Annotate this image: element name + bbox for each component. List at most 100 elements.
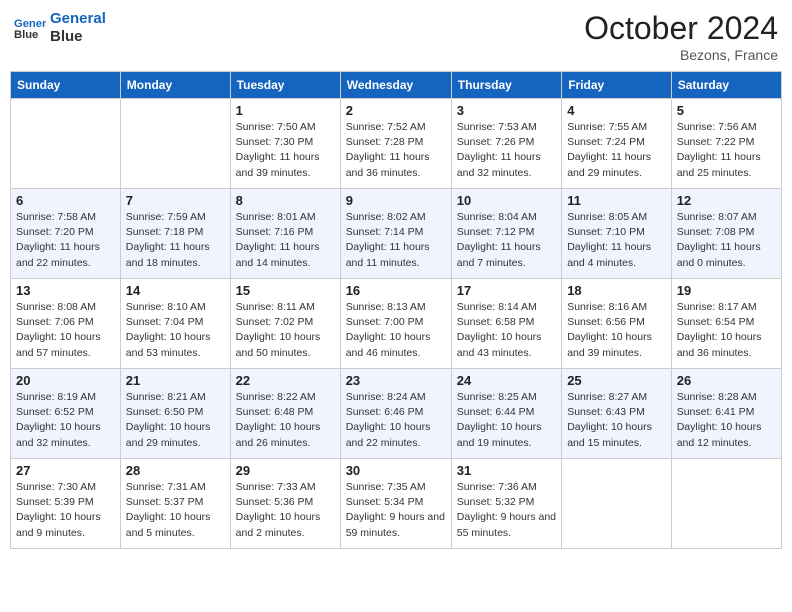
day-number: 27 bbox=[16, 463, 115, 478]
calendar-day-cell: 29Sunrise: 7:33 AMSunset: 5:36 PMDayligh… bbox=[230, 459, 340, 549]
calendar-day-cell: 2 Sunrise: 7:52 AMSunset: 7:28 PMDaylight… bbox=[340, 99, 451, 189]
calendar-table: SundayMondayTuesdayWednesdayThursdayFrid… bbox=[10, 71, 782, 549]
day-number: 4 bbox=[567, 103, 666, 118]
day-info: Sunrise: 8:27 AMSunset: 6:43 PMDaylight:… bbox=[567, 390, 666, 451]
day-number: 22 bbox=[236, 373, 335, 388]
page-header: General Blue General Blue October 2024 B… bbox=[10, 10, 782, 63]
calendar-day-cell: 11 Sunrise: 8:05 AMSunset: 7:10 PMDayligh… bbox=[562, 189, 672, 279]
day-info: Sunrise: 8:13 AMSunset: 7:00 PMDaylight:… bbox=[346, 300, 446, 361]
weekday-header: Monday bbox=[120, 72, 230, 99]
day-number: 10 bbox=[457, 193, 556, 208]
calendar-header-row: SundayMondayTuesdayWednesdayThursdayFrid… bbox=[11, 72, 782, 99]
svg-text:General: General bbox=[14, 18, 46, 30]
calendar-day-cell: 30 Sunrise: 7:35 AMSunset: 5:34 PMDayligh… bbox=[340, 459, 451, 549]
weekday-header: Tuesday bbox=[230, 72, 340, 99]
day-number: 29 bbox=[236, 463, 335, 478]
title-block: October 2024 Bezons, France bbox=[584, 10, 778, 63]
calendar-day-cell: 28 Sunrise: 7:31 AMSunset: 5:37 PMDayligh… bbox=[120, 459, 230, 549]
day-number: 25 bbox=[567, 373, 666, 388]
day-number: 13 bbox=[16, 283, 115, 298]
weekday-header: Thursday bbox=[451, 72, 561, 99]
calendar-day-cell: 4Sunrise: 7:55 AMSunset: 7:24 PMDaylight… bbox=[562, 99, 672, 189]
day-info: Sunrise: 8:02 AMSunset: 7:14 PMDaylight:… bbox=[346, 210, 446, 271]
day-info: Sunrise: 7:59 AMSunset: 7:18 PMDaylight:… bbox=[126, 210, 225, 271]
day-info: Sunrise: 7:31 AMSunset: 5:37 PMDaylight:… bbox=[126, 480, 225, 541]
calendar-day-cell: 27 Sunrise: 7:30 AMSunset: 5:39 PMDayligh… bbox=[11, 459, 121, 549]
calendar-day-cell bbox=[562, 459, 672, 549]
calendar-day-cell: 31 Sunrise: 7:36 AMSunset: 5:32 PMDayligh… bbox=[451, 459, 561, 549]
calendar-day-cell: 12 Sunrise: 8:07 AMSunset: 7:08 PMDayligh… bbox=[671, 189, 781, 279]
day-number: 28 bbox=[126, 463, 225, 478]
day-info: Sunrise: 8:14 AMSunset: 6:58 PMDaylight:… bbox=[457, 300, 556, 361]
day-number: 21 bbox=[126, 373, 225, 388]
day-info: Sunrise: 8:05 AMSunset: 7:10 PMDaylight:… bbox=[567, 210, 666, 271]
day-number: 2 bbox=[346, 103, 446, 118]
day-number: 6 bbox=[16, 193, 115, 208]
day-info: Sunrise: 8:19 AMSunset: 6:52 PMDaylight:… bbox=[16, 390, 115, 451]
day-info: Sunrise: 7:56 AMSunset: 7:22 PMDaylight:… bbox=[677, 120, 776, 181]
calendar-day-cell: 23Sunrise: 8:24 AMSunset: 6:46 PMDayligh… bbox=[340, 369, 451, 459]
calendar-day-cell: 21Sunrise: 8:21 AMSunset: 6:50 PMDayligh… bbox=[120, 369, 230, 459]
day-number: 23 bbox=[346, 373, 446, 388]
day-number: 18 bbox=[567, 283, 666, 298]
calendar-day-cell: 25 Sunrise: 8:27 AMSunset: 6:43 PMDayligh… bbox=[562, 369, 672, 459]
day-info: Sunrise: 8:07 AMSunset: 7:08 PMDaylight:… bbox=[677, 210, 776, 271]
day-info: Sunrise: 8:10 AMSunset: 7:04 PMDaylight:… bbox=[126, 300, 225, 361]
day-number: 11 bbox=[567, 193, 666, 208]
day-number: 26 bbox=[677, 373, 776, 388]
day-info: Sunrise: 7:52 AMSunset: 7:28 PMDaylight:… bbox=[346, 120, 446, 181]
calendar-day-cell: 22Sunrise: 8:22 AMSunset: 6:48 PMDayligh… bbox=[230, 369, 340, 459]
day-number: 30 bbox=[346, 463, 446, 478]
logo-blue: Blue bbox=[50, 28, 106, 46]
calendar-day-cell: 24Sunrise: 8:25 AMSunset: 6:44 PMDayligh… bbox=[451, 369, 561, 459]
calendar-day-cell: 13Sunrise: 8:08 AMSunset: 7:06 PMDayligh… bbox=[11, 279, 121, 369]
day-number: 1 bbox=[236, 103, 335, 118]
day-number: 3 bbox=[457, 103, 556, 118]
calendar-day-cell: 1 Sunrise: 7:50 AMSunset: 7:30 PMDaylight… bbox=[230, 99, 340, 189]
day-info: Sunrise: 7:50 AMSunset: 7:30 PMDaylight:… bbox=[236, 120, 335, 181]
calendar-week-row: 13Sunrise: 8:08 AMSunset: 7:06 PMDayligh… bbox=[11, 279, 782, 369]
day-number: 12 bbox=[677, 193, 776, 208]
day-info: Sunrise: 7:53 AMSunset: 7:26 PMDaylight:… bbox=[457, 120, 556, 181]
calendar-day-cell: 10Sunrise: 8:04 AMSunset: 7:12 PMDayligh… bbox=[451, 189, 561, 279]
calendar-day-cell bbox=[120, 99, 230, 189]
svg-text:Blue: Blue bbox=[14, 29, 38, 41]
calendar-day-cell bbox=[671, 459, 781, 549]
calendar-day-cell: 8Sunrise: 8:01 AMSunset: 7:16 PMDaylight… bbox=[230, 189, 340, 279]
weekday-header: Friday bbox=[562, 72, 672, 99]
day-number: 9 bbox=[346, 193, 446, 208]
calendar-day-cell: 18 Sunrise: 8:16 AMSunset: 6:56 PMDayligh… bbox=[562, 279, 672, 369]
location: Bezons, France bbox=[584, 47, 778, 63]
day-info: Sunrise: 7:36 AMSunset: 5:32 PMDaylight:… bbox=[457, 480, 556, 541]
calendar-week-row: 1 Sunrise: 7:50 AMSunset: 7:30 PMDaylight… bbox=[11, 99, 782, 189]
calendar-week-row: 6Sunrise: 7:58 AMSunset: 7:20 PMDaylight… bbox=[11, 189, 782, 279]
weekday-header: Saturday bbox=[671, 72, 781, 99]
day-number: 15 bbox=[236, 283, 335, 298]
calendar-day-cell: 17 Sunrise: 8:14 AMSunset: 6:58 PMDayligh… bbox=[451, 279, 561, 369]
calendar-week-row: 27 Sunrise: 7:30 AMSunset: 5:39 PMDayligh… bbox=[11, 459, 782, 549]
day-number: 20 bbox=[16, 373, 115, 388]
day-number: 17 bbox=[457, 283, 556, 298]
calendar-day-cell: 3 Sunrise: 7:53 AMSunset: 7:26 PMDaylight… bbox=[451, 99, 561, 189]
day-number: 16 bbox=[346, 283, 446, 298]
day-info: Sunrise: 8:16 AMSunset: 6:56 PMDaylight:… bbox=[567, 300, 666, 361]
day-number: 7 bbox=[126, 193, 225, 208]
logo-general: General bbox=[50, 10, 106, 28]
calendar-week-row: 20 Sunrise: 8:19 AMSunset: 6:52 PMDayligh… bbox=[11, 369, 782, 459]
day-number: 5 bbox=[677, 103, 776, 118]
day-info: Sunrise: 8:11 AMSunset: 7:02 PMDaylight:… bbox=[236, 300, 335, 361]
calendar-day-cell: 16 Sunrise: 8:13 AMSunset: 7:00 PMDayligh… bbox=[340, 279, 451, 369]
logo-icon: General Blue bbox=[14, 14, 46, 42]
weekday-header: Sunday bbox=[11, 72, 121, 99]
calendar-day-cell: 5 Sunrise: 7:56 AMSunset: 7:22 PMDaylight… bbox=[671, 99, 781, 189]
calendar-day-cell: 20 Sunrise: 8:19 AMSunset: 6:52 PMDayligh… bbox=[11, 369, 121, 459]
day-info: Sunrise: 7:35 AMSunset: 5:34 PMDaylight:… bbox=[346, 480, 446, 541]
day-info: Sunrise: 7:30 AMSunset: 5:39 PMDaylight:… bbox=[16, 480, 115, 541]
day-number: 31 bbox=[457, 463, 556, 478]
calendar-day-cell: 14 Sunrise: 8:10 AMSunset: 7:04 PMDayligh… bbox=[120, 279, 230, 369]
day-number: 14 bbox=[126, 283, 225, 298]
calendar-day-cell: 6Sunrise: 7:58 AMSunset: 7:20 PMDaylight… bbox=[11, 189, 121, 279]
calendar-day-cell bbox=[11, 99, 121, 189]
calendar-day-cell: 15 Sunrise: 8:11 AMSunset: 7:02 PMDayligh… bbox=[230, 279, 340, 369]
day-info: Sunrise: 8:25 AMSunset: 6:44 PMDaylight:… bbox=[457, 390, 556, 451]
